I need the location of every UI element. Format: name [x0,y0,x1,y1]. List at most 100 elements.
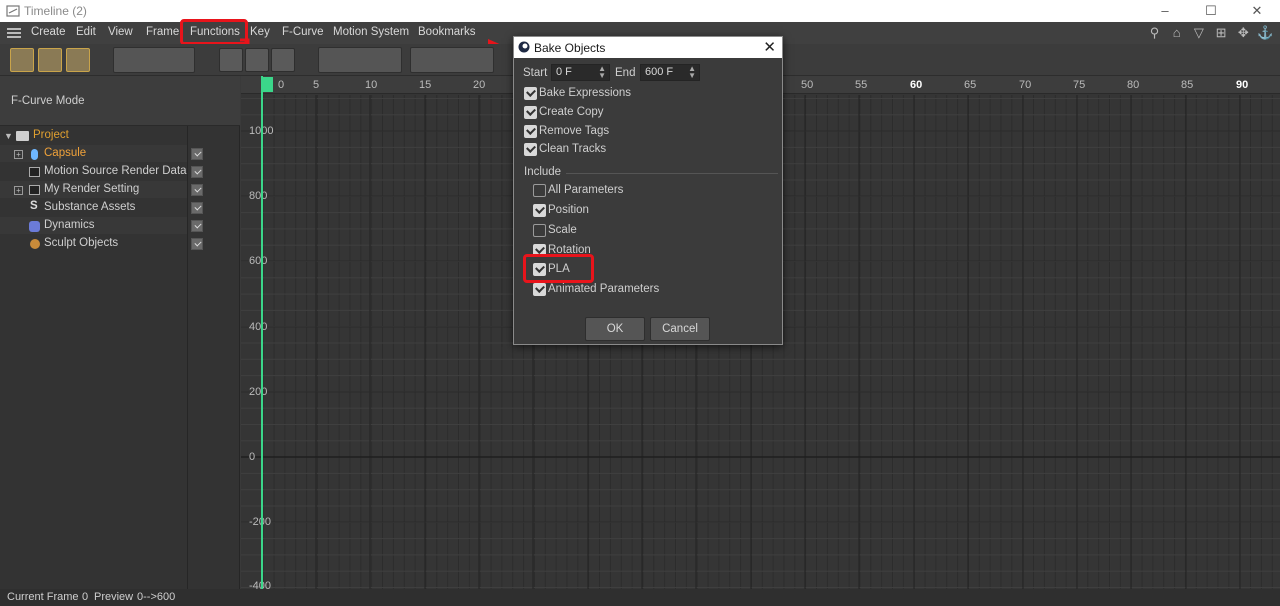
remove-key-button[interactable] [271,48,295,72]
ruler-tick: 0 [278,79,285,91]
ruler-tick: 50 [801,79,814,91]
menu-view[interactable]: View [108,26,133,38]
search-icon[interactable]: ⚲ [1146,25,1163,41]
tree-item-motion-source[interactable]: Motion Source Render Data [0,164,240,181]
tangent-group[interactable] [410,47,494,73]
motion-mode-button[interactable] [66,48,90,72]
y-axis-label: 400 [249,321,268,333]
tree-item-capsule[interactable]: + Capsule [0,146,240,163]
remove-tags-checkbox[interactable] [524,125,537,138]
f-curve-mode-button[interactable] [38,48,62,72]
ruler-tick: 75 [1073,79,1086,91]
expand-icon[interactable]: + [14,186,23,195]
remove-tags-label: Remove Tags [539,125,610,137]
tree-item-sculpt-objects[interactable]: Sculpt Objects [0,236,240,253]
include-section-label: Include [524,166,562,178]
folder-icon [16,131,29,141]
all-parameters-label: All Parameters [548,184,624,196]
cancel-button[interactable]: Cancel [650,317,710,341]
ruler-tick: 20 [473,79,486,91]
add-key-button[interactable] [219,48,243,72]
scale-checkbox[interactable] [533,224,546,237]
animated-parameters-checkbox[interactable] [533,283,546,296]
key-mode-button[interactable] [10,48,34,72]
enable-checkbox[interactable] [191,184,203,196]
window-title: Timeline (2) [24,4,87,18]
menu-frame[interactable]: Frame [146,26,179,38]
current-frame-value: 0 [82,591,89,603]
ruler-tick: 70 [1019,79,1032,91]
close-window-button[interactable]: ✕ [1234,0,1280,22]
current-frame-label: Current Frame [7,591,79,603]
playhead-handle[interactable] [261,77,273,92]
collapse-arrow-icon[interactable]: ▼ [4,131,13,141]
menu-bookmarks[interactable]: Bookmarks [418,26,476,38]
minimize-button[interactable]: – [1142,0,1188,22]
tree-item-label: My Render Setting [44,183,140,195]
maximize-button[interactable]: ☐ [1188,0,1234,22]
cinema4d-logo-icon [518,41,530,53]
enable-checkbox[interactable] [191,202,203,214]
tree-item-render-setting[interactable]: + My Render Setting [0,182,240,199]
ruler-tick: 5 [313,79,320,91]
curve-view-group[interactable] [113,47,195,73]
mode-header: F-Curve Mode [0,76,240,126]
ruler-tick: 60 [910,79,923,91]
enable-checkbox[interactable] [191,148,203,160]
render-setting-icon [29,185,40,195]
spinner-arrows-icon[interactable]: ▲ ▼ [598,65,606,80]
ruler-tick: 80 [1127,79,1140,91]
end-frame-value: 600 F [645,66,674,78]
home-icon[interactable]: ⌂ [1168,25,1185,41]
menu-f-curve[interactable]: F-Curve [282,26,324,38]
clean-tracks-label: Clean Tracks [539,143,607,155]
all-parameters-checkbox[interactable] [533,184,546,197]
create-copy-checkbox[interactable] [524,106,537,119]
position-checkbox[interactable] [533,204,546,217]
menu-icon-group: ⚲ ⌂ ▽ ⊞ ✥ ⚓ [1144,25,1274,41]
tree-item-project[interactable]: ▼ Project [0,128,240,145]
enable-checkbox[interactable] [191,220,203,232]
bake-expressions-checkbox[interactable] [524,87,537,100]
add-key-selection-button[interactable] [245,48,269,72]
menu-key[interactable]: Key [250,26,270,38]
dialog-title: Bake Objects [534,41,606,55]
menu-create[interactable]: Create [31,26,66,38]
menu-edit[interactable]: Edit [76,26,96,38]
tree-item-dynamics[interactable]: Dynamics [0,218,240,235]
tree-item-label: Sculpt Objects [44,237,119,249]
interpolation-group[interactable] [318,47,402,73]
expand-icon[interactable]: + [14,150,23,159]
hamburger-menu-icon[interactable] [7,27,21,39]
tree-item-label: Motion Source Render Data [44,165,187,177]
playhead-line[interactable] [261,76,263,589]
substance-icon: S [30,200,38,212]
move-icon[interactable]: ✥ [1235,25,1252,41]
menu-motion-system[interactable]: Motion System [333,26,409,38]
tree-item-label: Capsule [44,147,87,159]
enable-checkbox[interactable] [191,238,203,250]
dialog-titlebar[interactable]: Bake Objects ✕ [514,37,782,58]
clean-tracks-checkbox[interactable] [524,143,537,156]
enable-checkbox[interactable] [191,166,203,178]
end-label: End [615,67,636,79]
end-frame-input[interactable]: 600 F ▲ ▼ [640,64,700,81]
bake-expressions-label: Bake Expressions [539,87,632,99]
spinner-arrows-icon[interactable]: ▲ ▼ [688,65,696,80]
dialog-close-icon[interactable]: ✕ [763,38,776,56]
status-bar: Current Frame 0 Preview 0-->600 [0,589,1280,606]
preview-range: 0-->600 [137,591,176,603]
ruler-tick: 55 [855,79,868,91]
y-axis-label: 0 [249,451,256,463]
tree-item-substance-assets[interactable]: S Substance Assets [0,200,240,217]
functions-highlight [180,19,248,45]
y-axis-label: 200 [249,386,268,398]
ok-button[interactable]: OK [585,317,645,341]
ruler-tick: 65 [964,79,977,91]
y-axis-label: 600 [249,255,268,267]
new-panel-icon[interactable]: ⊞ [1213,25,1230,41]
start-frame-input[interactable]: 0 F ▲ ▼ [551,64,610,81]
filter-icon[interactable]: ▽ [1190,25,1207,41]
pin-icon[interactable]: ⚓ [1257,25,1274,41]
object-tree-panel: F-Curve Mode ▼ Project + Capsule Motion … [0,76,240,589]
